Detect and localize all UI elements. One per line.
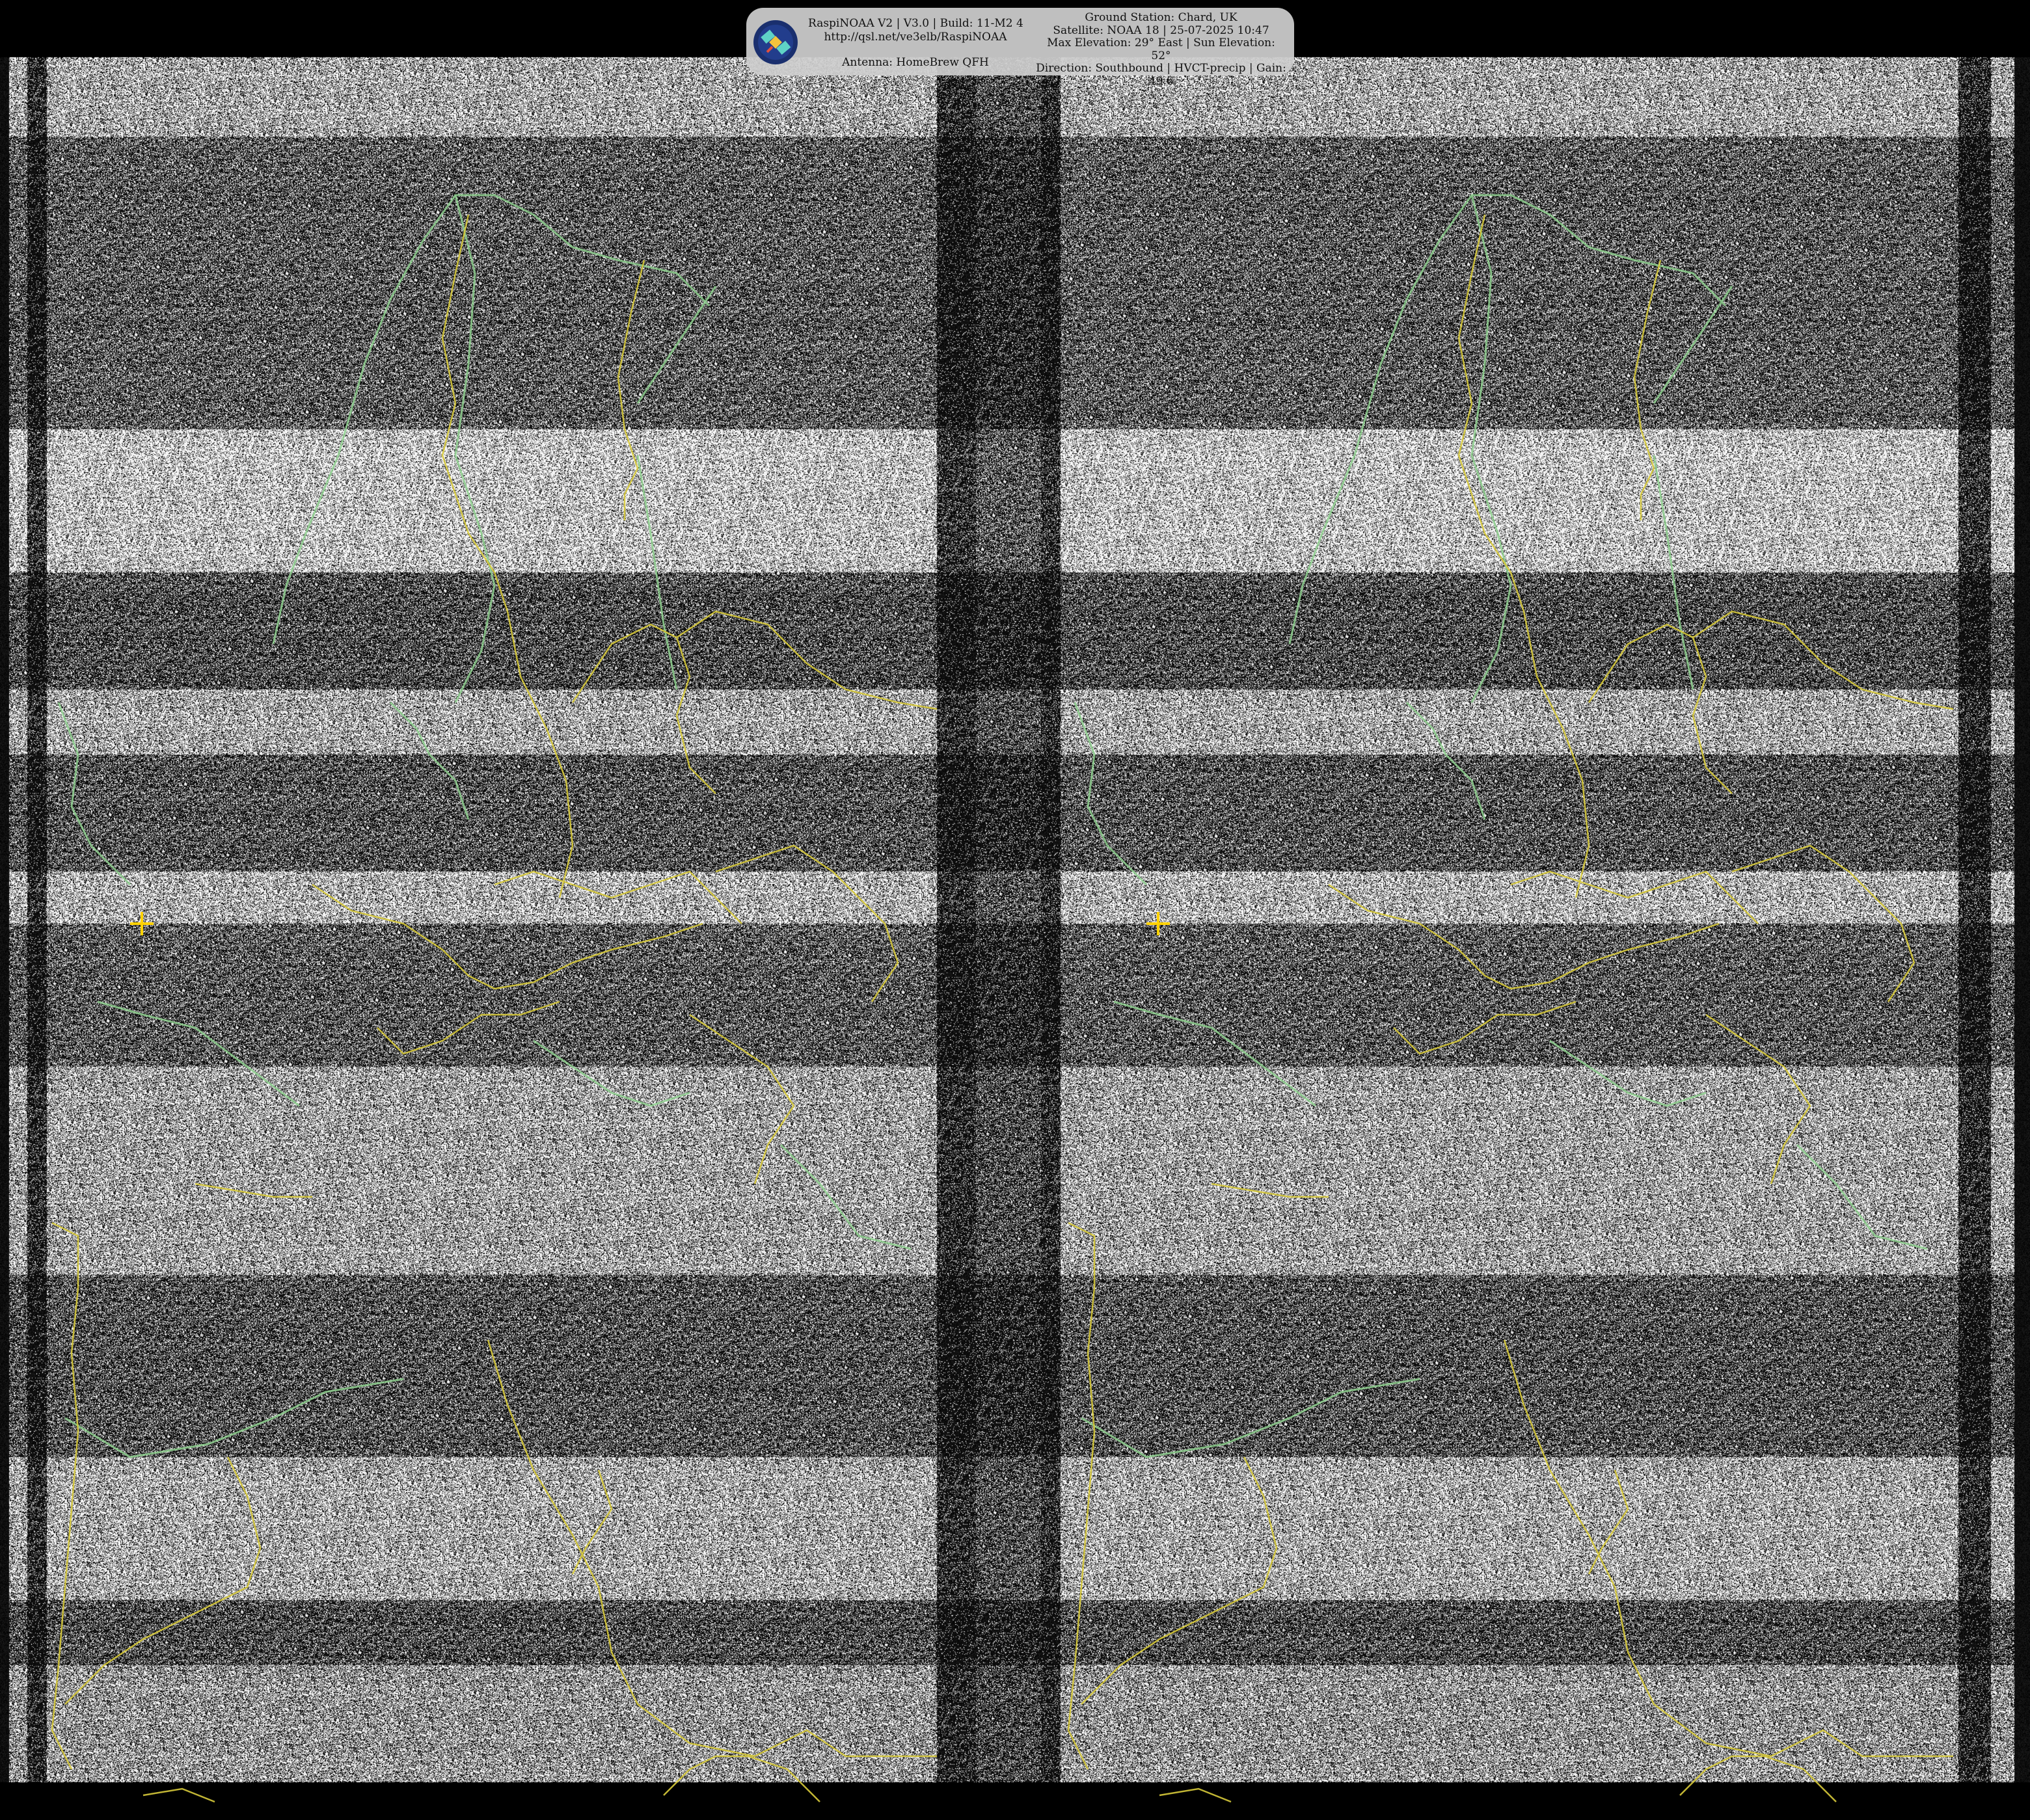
satellite-icon bbox=[753, 20, 798, 64]
pass-info: Ground Station: Chard, UK Satellite: NOA… bbox=[1036, 11, 1286, 88]
direction-info: Direction: Southbound | HVCT-precip | Ga… bbox=[1036, 62, 1286, 88]
info-banner: RaspiNOAA V2 | V3.0 | Build: 11-M2 4 htt… bbox=[746, 8, 1294, 87]
satellite-info: Satellite: NOAA 18 | 25-07-2025 10:47 bbox=[1053, 23, 1269, 37]
project-url[interactable]: http://qsl.net/ve3elb/RaspiNOAA bbox=[808, 31, 1023, 44]
satellite-image bbox=[0, 0, 2030, 1820]
software-info: RaspiNOAA V2 | V3.0 | Build: 11-M2 4 htt… bbox=[808, 17, 1023, 70]
software-version: RaspiNOAA V2 | V3.0 | Build: 11-M2 4 bbox=[808, 17, 1023, 30]
ground-station: Ground Station: Chard, UK bbox=[1085, 11, 1238, 24]
antenna-info: Antenna: HomeBrew QFH bbox=[842, 56, 989, 69]
elevation-info: Max Elevation: 29° East | Sun Elevation:… bbox=[1047, 36, 1275, 62]
